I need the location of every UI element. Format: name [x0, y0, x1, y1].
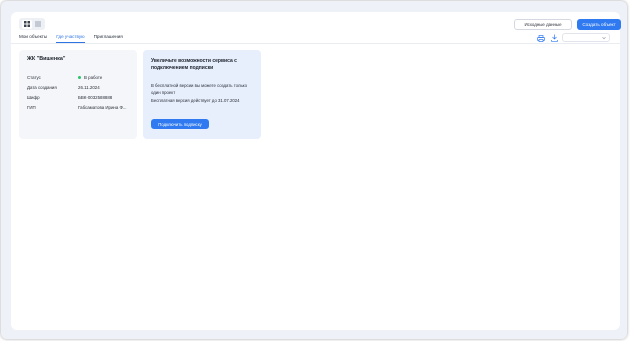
promo-validity-text: Бесплатная версия действует до 31.07.202…	[151, 98, 240, 103]
field-row-gip: ГИП Габсаматова Ирина Ф...	[27, 102, 129, 112]
field-label: Статус	[27, 74, 41, 80]
filter-select[interactable]	[562, 33, 610, 42]
status-text: В работе	[84, 74, 103, 80]
field-value: Габсаматова Ирина Ф...	[78, 104, 127, 110]
tab-invitations[interactable]: Приглашения	[94, 34, 123, 43]
promo-text: В бесплатной версии вы можете создать то…	[151, 83, 248, 95]
download-icon[interactable]	[551, 34, 558, 42]
field-value: 26.11.2024	[78, 84, 100, 90]
status-value: В работе	[78, 75, 128, 80]
object-card-title: ЖК "Вишенка"	[27, 56, 66, 62]
grid-icon	[23, 21, 30, 27]
create-object-button[interactable]: Создать объект	[577, 19, 621, 30]
field-row-code: Шифр БВК-0032588888	[27, 92, 129, 102]
tab-my-objects[interactable]: Мои объекты	[19, 34, 47, 43]
field-label: Шифр	[27, 94, 40, 100]
list-view-button[interactable]	[33, 20, 43, 29]
status-dot	[78, 75, 81, 79]
list-icon	[34, 21, 41, 27]
source-data-button[interactable]: Исходные данные	[514, 19, 572, 30]
print-icon[interactable]	[537, 35, 545, 42]
field-label: Дата создания	[27, 84, 57, 90]
tab-participating[interactable]: Где участвую	[56, 34, 85, 43]
field-value: БВК-0032588888	[78, 94, 113, 100]
chevron-down-icon	[602, 36, 606, 40]
field-row-created: Дата создания 26.11.2024	[27, 82, 129, 92]
field-row-status: Статус В работе	[27, 72, 129, 82]
subscription-promo-card: Увеличьте возможности сервиса с подключе…	[143, 50, 261, 139]
field-label: ГИП	[27, 104, 36, 110]
object-card[interactable]: ЖК "Вишенка" Статус В работе Дата создан…	[19, 50, 137, 139]
tabs: Мои объекты Где участвую Приглашения	[19, 34, 132, 43]
promo-title: Увеличьте возможности сервиса с подключе…	[151, 58, 237, 71]
subscribe-button[interactable]: Подключить подписку	[151, 119, 209, 129]
view-toggle	[19, 18, 45, 30]
grid-view-button[interactable]	[21, 19, 32, 29]
tabs-divider	[11, 43, 620, 44]
main-panel: Мои объекты Где участвую Приглашения Исх…	[11, 12, 621, 330]
app-window: Мои объекты Где участвую Приглашения Исх…	[1, 1, 627, 339]
